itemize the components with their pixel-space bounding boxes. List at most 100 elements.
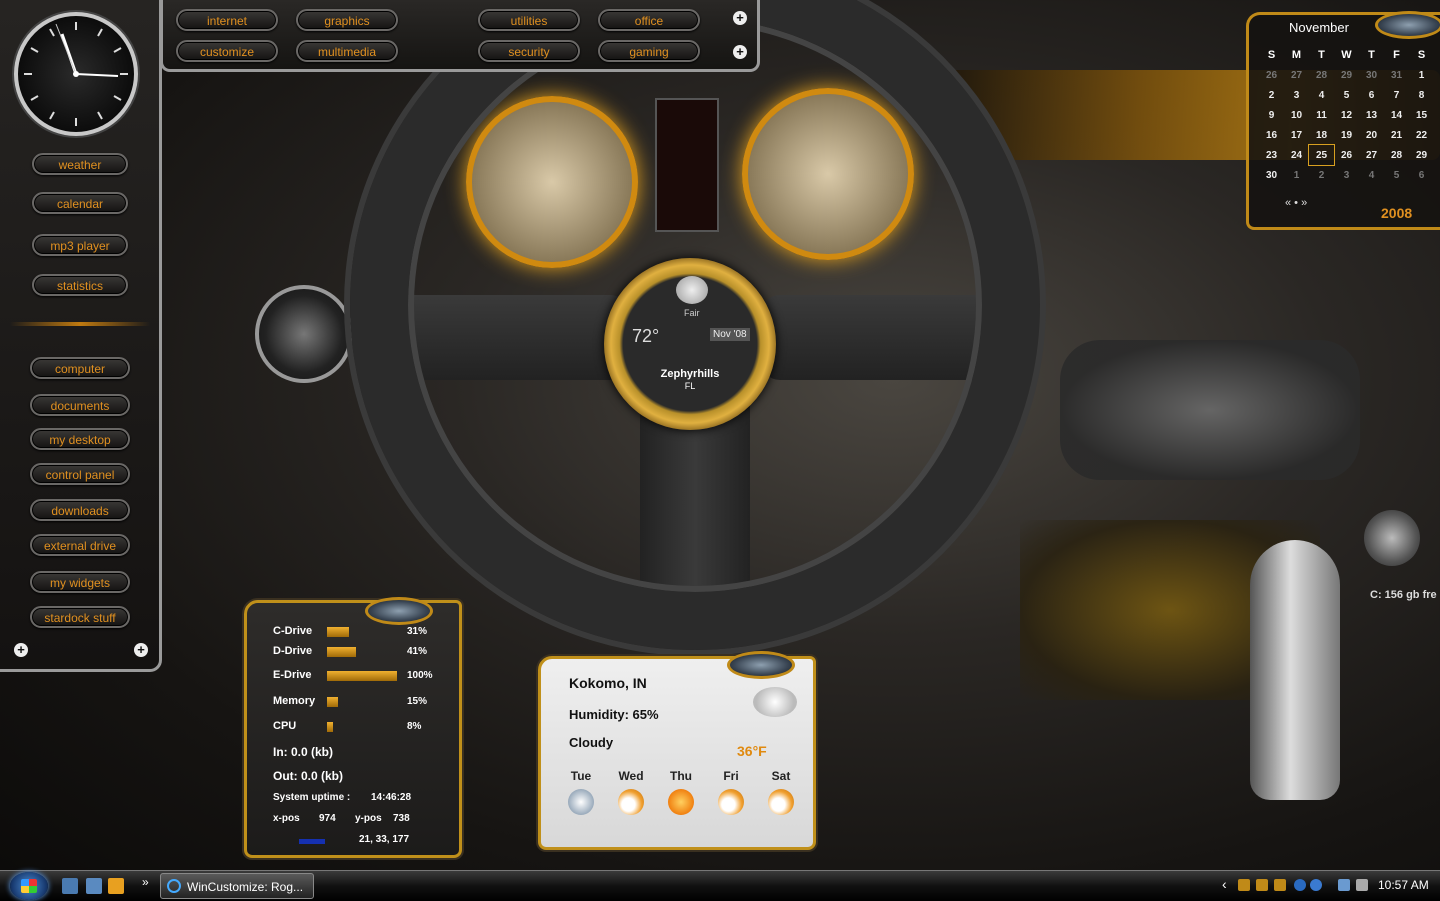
launcher-button-office[interactable]: office bbox=[598, 9, 700, 31]
system-monitor-widget: C-Drive 31% D-Drive 41% E-Drive 100% Memory 15%… bbox=[244, 597, 462, 858]
tray-app-icon[interactable] bbox=[1274, 879, 1286, 891]
calendar-day[interactable]: 6 bbox=[1409, 165, 1434, 185]
calendar-day[interactable]: 30 bbox=[1259, 165, 1284, 185]
menu-button-my-widgets[interactable]: my widgets bbox=[30, 571, 130, 593]
menu-button-my-desktop[interactable]: my desktop bbox=[30, 428, 130, 450]
calendar-day[interactable]: 26 bbox=[1334, 145, 1359, 165]
usage-bar bbox=[327, 671, 397, 681]
forecast-day: Thu bbox=[670, 769, 692, 783]
launcher-button-gaming[interactable]: gaming bbox=[598, 40, 700, 62]
calendar-day[interactable]: 26 bbox=[1259, 65, 1284, 85]
top-add-icon[interactable]: + bbox=[733, 45, 747, 59]
start-button[interactable] bbox=[10, 872, 48, 900]
media-player-icon[interactable] bbox=[108, 878, 124, 894]
tray-app-icon[interactable] bbox=[1310, 879, 1322, 891]
calendar-day[interactable]: 28 bbox=[1309, 65, 1334, 85]
gauge-state: FL bbox=[684, 381, 696, 391]
top-add-icon[interactable]: + bbox=[733, 11, 747, 25]
calendar-day[interactable]: 8 bbox=[1409, 85, 1434, 105]
calendar-day[interactable]: 4 bbox=[1359, 165, 1384, 185]
tray-app-icon[interactable] bbox=[1294, 879, 1306, 891]
calendar-day[interactable]: 27 bbox=[1284, 65, 1309, 85]
left-add-icon[interactable]: + bbox=[14, 643, 28, 657]
tray-app-icon[interactable] bbox=[1238, 879, 1250, 891]
drive-gauge-icon[interactable] bbox=[1364, 510, 1420, 566]
calendar-day[interactable]: 17 bbox=[1284, 125, 1309, 145]
launcher-button-internet[interactable]: internet bbox=[176, 9, 278, 31]
calendar-day[interactable]: 5 bbox=[1334, 85, 1359, 105]
calendar-day[interactable]: 16 bbox=[1259, 125, 1284, 145]
launcher-button-utilities[interactable]: utilities bbox=[478, 9, 580, 31]
calendar-day[interactable]: 10 bbox=[1284, 105, 1309, 125]
calendar-day[interactable]: 31 bbox=[1384, 65, 1409, 85]
volume-icon[interactable] bbox=[1356, 879, 1368, 891]
calendar-day[interactable]: 2 bbox=[1259, 85, 1284, 105]
calendar-day[interactable]: 21 bbox=[1384, 125, 1409, 145]
calendar-day[interactable]: 14 bbox=[1384, 105, 1409, 125]
calendar-day[interactable]: 4 bbox=[1309, 85, 1334, 105]
partly-cloudy-icon bbox=[768, 789, 794, 815]
calendar-day[interactable]: 22 bbox=[1409, 125, 1434, 145]
calendar-day[interactable]: 1 bbox=[1284, 165, 1309, 185]
calendar-day[interactable]: 15 bbox=[1409, 105, 1434, 125]
calendar-day[interactable]: 27 bbox=[1359, 145, 1384, 165]
calendar-day[interactable]: 3 bbox=[1284, 85, 1309, 105]
tray-app-icon[interactable] bbox=[1256, 879, 1268, 891]
weather-temp: 36°F bbox=[737, 743, 767, 759]
calendar-day[interactable]: 30 bbox=[1359, 65, 1384, 85]
launcher-button-customize[interactable]: customize bbox=[176, 40, 278, 62]
calendar-nav[interactable]: « • » bbox=[1285, 197, 1307, 209]
left-add-icon[interactable]: + bbox=[134, 643, 148, 657]
tray-expand-arrow[interactable]: ‹ bbox=[1222, 876, 1227, 892]
drive-free-readout: C: 156 gb fre bbox=[1370, 589, 1437, 601]
ypos-label: y-pos bbox=[355, 813, 382, 824]
calendar-day[interactable]: 28 bbox=[1384, 145, 1409, 165]
switch-windows-icon[interactable] bbox=[86, 878, 102, 894]
network-icon[interactable] bbox=[1338, 879, 1350, 891]
calendar-day[interactable]: 13 bbox=[1359, 105, 1384, 125]
calendar-day[interactable]: 24 bbox=[1284, 145, 1309, 165]
launcher-button-graphics[interactable]: graphics bbox=[296, 9, 398, 31]
calendar-day[interactable]: 2 bbox=[1309, 165, 1334, 185]
menu-button-weather[interactable]: weather bbox=[32, 153, 128, 175]
calendar-day[interactable]: 29 bbox=[1334, 65, 1359, 85]
calendar-day[interactable]: 18 bbox=[1309, 125, 1334, 145]
calendar-day[interactable]: 29 bbox=[1409, 145, 1434, 165]
usage-bar bbox=[327, 697, 338, 707]
calendar-day[interactable]: 20 bbox=[1359, 125, 1384, 145]
usage-bar bbox=[327, 627, 349, 637]
show-desktop-icon[interactable] bbox=[62, 878, 78, 894]
sysmon-oval-icon bbox=[365, 597, 433, 625]
menu-button-downloads[interactable]: downloads bbox=[30, 499, 130, 521]
menu-button-mp3-player[interactable]: mp3 player bbox=[32, 234, 128, 256]
forecast-day: Sat bbox=[771, 769, 791, 783]
calendar-day[interactable]: 3 bbox=[1334, 165, 1359, 185]
partly-cloudy-icon bbox=[718, 789, 744, 815]
calendar-day[interactable]: 6 bbox=[1359, 85, 1384, 105]
quicklaunch-chevron[interactable]: » bbox=[142, 875, 149, 889]
menu-button-documents[interactable]: documents bbox=[30, 394, 130, 416]
menu-button-external-drive[interactable]: external drive bbox=[30, 534, 130, 556]
menu-button-control-panel[interactable]: control panel bbox=[30, 463, 130, 485]
calendar-day[interactable]: 19 bbox=[1334, 125, 1359, 145]
xpos-label: x-pos bbox=[273, 813, 300, 824]
calendar-day[interactable]: 5 bbox=[1384, 165, 1409, 185]
menu-button-stardock-stuff[interactable]: stardock stuff bbox=[30, 606, 130, 628]
menu-button-statistics[interactable]: statistics bbox=[32, 274, 128, 296]
calendar-day[interactable]: 23 bbox=[1259, 145, 1284, 165]
menu-button-computer[interactable]: computer bbox=[30, 357, 130, 379]
calendar-day[interactable]: 9 bbox=[1259, 105, 1284, 125]
calendar-day[interactable]: 12 bbox=[1334, 105, 1359, 125]
menu-button-calendar[interactable]: calendar bbox=[32, 192, 128, 214]
calendar-day[interactable]: 11 bbox=[1309, 105, 1334, 125]
calendar-day[interactable]: 1 bbox=[1409, 65, 1434, 85]
taskbar-clock[interactable]: 10:57 AM bbox=[1378, 878, 1429, 892]
launcher-button-security[interactable]: security bbox=[478, 40, 580, 62]
taskbar-button-wincustomize[interactable]: WinCustomize: Rog... bbox=[160, 873, 314, 899]
calendar-day[interactable]: 7 bbox=[1384, 85, 1409, 105]
partly-cloudy-icon bbox=[618, 789, 644, 815]
weather-oval-icon bbox=[727, 651, 795, 679]
clock-face-icon bbox=[24, 22, 128, 126]
calendar-today[interactable]: 25 bbox=[1308, 144, 1335, 166]
launcher-button-multimedia[interactable]: multimedia bbox=[296, 40, 398, 62]
